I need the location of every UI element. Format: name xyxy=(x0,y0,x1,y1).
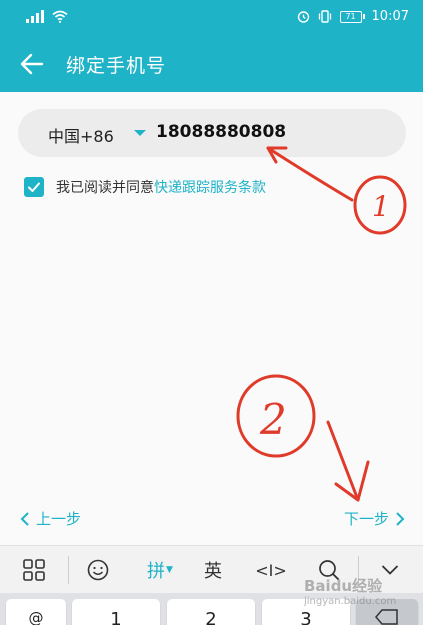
grid-icon[interactable] xyxy=(20,556,48,584)
agree-checkbox[interactable] xyxy=(24,177,44,197)
status-time: 10:07 xyxy=(371,9,409,24)
emoji-icon[interactable] xyxy=(84,556,112,584)
vibrate-icon xyxy=(318,10,331,23)
pinyin-label: 拼 xyxy=(147,561,166,582)
phone-input-row: 中国+86 xyxy=(18,109,406,157)
page-title: 绑定手机号 xyxy=(66,55,167,77)
next-step-button[interactable]: 下一步 xyxy=(344,508,405,529)
back-arrow-icon[interactable] xyxy=(18,50,46,78)
caret-down-icon: ▼ xyxy=(166,565,173,575)
battery-level: 71 xyxy=(339,10,362,23)
key-2[interactable]: 2 xyxy=(167,599,255,625)
chevron-left-icon xyxy=(20,511,29,526)
prev-step-button[interactable]: 上一步 xyxy=(20,508,81,529)
phone-number-input[interactable] xyxy=(156,122,376,142)
agreement-row: 我已阅读并同意 快递跟踪服务条款 xyxy=(24,177,266,197)
signal-icon xyxy=(26,9,44,23)
app-bar: 绑定手机号 xyxy=(0,36,423,92)
check-icon xyxy=(28,182,40,192)
watermark-text: Baidu经验 xyxy=(304,577,383,595)
next-step-label: 下一步 xyxy=(343,510,389,528)
status-bar: 71 10:07 xyxy=(0,0,423,36)
country-code-selector[interactable]: 中国+86 xyxy=(48,123,114,147)
english-label: 英 xyxy=(204,561,222,582)
watermark-url: jingyan.baidu.com xyxy=(304,596,397,607)
terms-link[interactable]: 快递跟踪服务条款 xyxy=(154,177,266,197)
agree-label: 我已阅读并同意 xyxy=(56,180,154,196)
pinyin-mode-button[interactable]: 拼 ▼ xyxy=(140,556,180,584)
battery-icon: 71 xyxy=(339,10,365,23)
main-content: 中国+86 我已阅读并同意 快递跟踪服务条款 上一步 下一步 xyxy=(0,92,423,545)
key-at[interactable]: @ xyxy=(6,599,66,625)
wifi-icon xyxy=(52,10,68,23)
chevron-down-icon[interactable] xyxy=(134,130,146,136)
cursor-icon[interactable]: <I> xyxy=(255,556,287,584)
chevron-right-icon xyxy=(396,511,405,526)
english-mode-button[interactable]: 英 xyxy=(199,556,227,584)
key-1[interactable]: 1 xyxy=(72,599,160,625)
alarm-icon xyxy=(297,11,309,23)
prev-step-label: 上一步 xyxy=(36,510,82,528)
watermark: Baidu经验 jingyan.baidu.com xyxy=(304,575,416,615)
